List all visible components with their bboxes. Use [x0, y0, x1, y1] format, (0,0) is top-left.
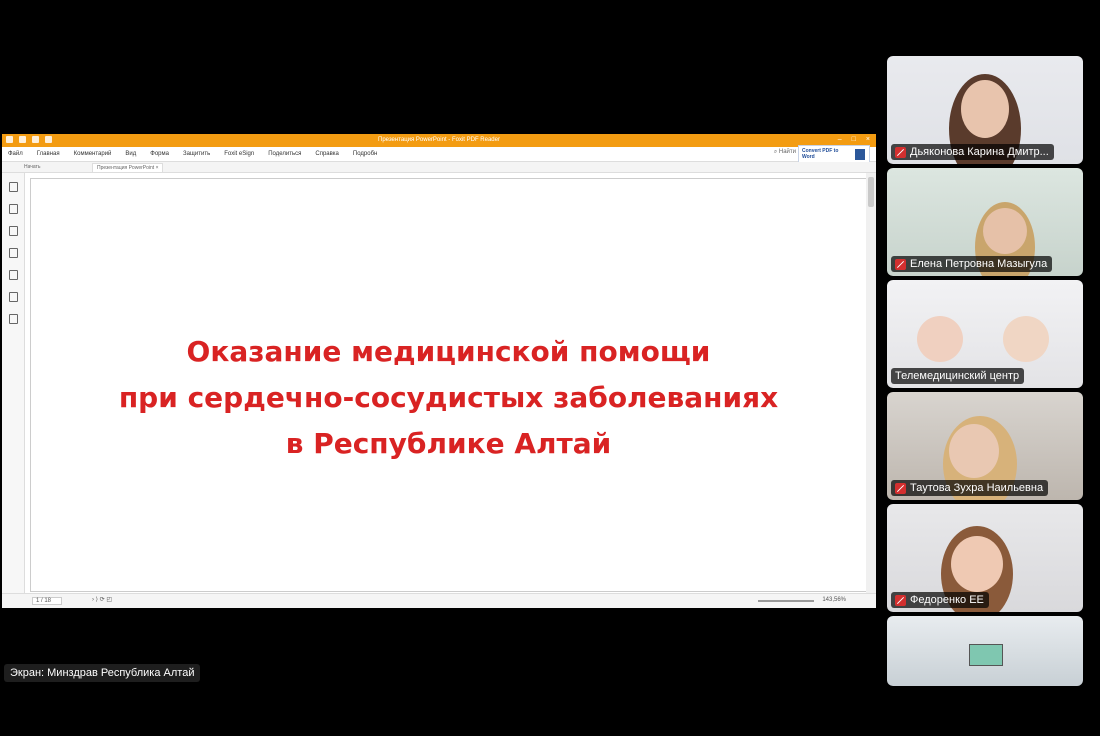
- menu-help[interactable]: Справка: [315, 151, 339, 157]
- zoom-slider[interactable]: [758, 600, 814, 602]
- participant-face: [951, 536, 1003, 592]
- word-icon: [855, 149, 865, 160]
- participant-name: Дьяконова Карина Дмитр...: [910, 146, 1049, 158]
- menu-form[interactable]: Форма: [150, 151, 169, 157]
- convert-label: Convert PDF to Word: [802, 148, 839, 160]
- participant-name-tag: Федоренко ЕЕ: [891, 592, 989, 608]
- mic-muted-icon: [895, 258, 906, 270]
- search-icon: ⌕: [773, 149, 778, 155]
- menu-more[interactable]: Подробн: [353, 151, 377, 157]
- close-icon[interactable]: ×: [866, 136, 870, 143]
- menu-bar: Файл Главная Комментарий Вид Форма Защит…: [2, 147, 876, 162]
- participant-tile[interactable]: Федоренко ЕЕ: [887, 504, 1083, 612]
- signature-icon[interactable]: [8, 314, 18, 324]
- tab-start[interactable]: Начать: [24, 164, 40, 170]
- menu-view[interactable]: Вид: [125, 151, 136, 157]
- mic-muted-icon: [895, 482, 906, 494]
- page-nav-icons[interactable]: › ⟩ ⟳ ◰: [92, 596, 112, 603]
- participant-tile[interactable]: Дьяконова Карина Дмитр...: [887, 56, 1083, 164]
- page-number-field[interactable]: 1 / 18: [32, 597, 63, 605]
- vertical-scrollbar[interactable]: [866, 173, 876, 594]
- menu-file[interactable]: Файл: [8, 151, 23, 157]
- mic-muted-icon: [895, 146, 906, 158]
- screen-share-label: Экран: Минздрав Республика Алтай: [4, 664, 201, 682]
- room-screen: [969, 644, 1003, 666]
- participant-name: Телемедицинский центр: [895, 370, 1020, 382]
- attachment-icon[interactable]: [8, 270, 18, 280]
- participant-name: Таутова Зухра Наильевна: [910, 482, 1044, 494]
- menu-esign[interactable]: Foxit eSign: [224, 151, 254, 157]
- search-input[interactable]: ⌕ Найти: [774, 149, 796, 156]
- title-bar: Презентация PowerPoint - Foxit PDF Reade…: [2, 134, 876, 147]
- participant-face: [983, 208, 1027, 254]
- participant-tile[interactable]: [887, 616, 1083, 686]
- tab-presentation-label: Презентация PowerPoint: [97, 165, 155, 171]
- status-bar: 1 / 18 › ⟩ ⟳ ◰ 143,56%: [2, 593, 876, 608]
- pdf-page[interactable]: Оказание медицинской помощи при сердечно…: [30, 178, 867, 592]
- participant-tile[interactable]: Телемедицинский центр: [887, 280, 1083, 388]
- participant-face: [961, 80, 1009, 138]
- participant-face: [1003, 316, 1049, 362]
- slide-title-line-1: Оказание медицинской помощи: [186, 335, 711, 368]
- participant-name-tag: Елена Петровна Мазыгула: [891, 256, 1053, 272]
- participant-face: [949, 424, 999, 478]
- foxit-reader-window: Презентация PowerPoint - Foxit PDF Reade…: [2, 134, 876, 608]
- scrollbar-thumb[interactable]: [868, 177, 874, 207]
- participant-tile[interactable]: Елена Петровна Мазыгула: [887, 168, 1083, 276]
- layers-icon[interactable]: [8, 248, 18, 258]
- left-panel: [2, 173, 25, 594]
- slide-title: Оказание медицинской помощи при сердечно…: [31, 329, 866, 467]
- participant-name: Федоренко ЕЕ: [910, 594, 984, 606]
- menu-comment[interactable]: Комментарий: [74, 151, 112, 157]
- comments-icon[interactable]: [8, 226, 18, 236]
- zoom-level[interactable]: 143,56%: [822, 597, 846, 603]
- participant-name: Елена Петровна Мазыгула: [910, 258, 1048, 270]
- participant-face: [917, 316, 963, 362]
- tab-close-icon[interactable]: ×: [156, 165, 159, 171]
- tab-presentation[interactable]: Презентация PowerPoint ×: [92, 163, 164, 172]
- participant-name-tag: Таутова Зухра Наильевна: [891, 480, 1049, 496]
- search-placeholder: Найти: [778, 149, 796, 155]
- maximize-icon[interactable]: □: [852, 136, 856, 143]
- menu-home[interactable]: Главная: [37, 151, 60, 157]
- participant-tile[interactable]: Таутова Зухра Наильевна: [887, 392, 1083, 500]
- pages-icon[interactable]: [8, 204, 18, 214]
- mic-muted-icon: [895, 594, 906, 606]
- bookmark-icon[interactable]: [8, 182, 18, 192]
- window-controls: – □ ×: [838, 136, 870, 143]
- document-tab-bar: Начать Презентация PowerPoint ×: [2, 162, 876, 173]
- window-title: Презентация PowerPoint - Foxit PDF Reade…: [378, 137, 500, 143]
- menu-share[interactable]: Поделиться: [268, 151, 301, 157]
- security-icon[interactable]: [8, 292, 18, 302]
- slide-title-line-2: при сердечно-сосудистых заболеваниях: [118, 381, 779, 414]
- participant-name-tag: Телемедицинский центр: [891, 368, 1025, 384]
- participant-name-tag: Дьяконова Карина Дмитр...: [891, 144, 1054, 160]
- menu-protect[interactable]: Защитить: [183, 151, 210, 157]
- minimize-icon[interactable]: –: [838, 136, 842, 143]
- slide-title-line-3: в Республике Алтай: [285, 427, 612, 460]
